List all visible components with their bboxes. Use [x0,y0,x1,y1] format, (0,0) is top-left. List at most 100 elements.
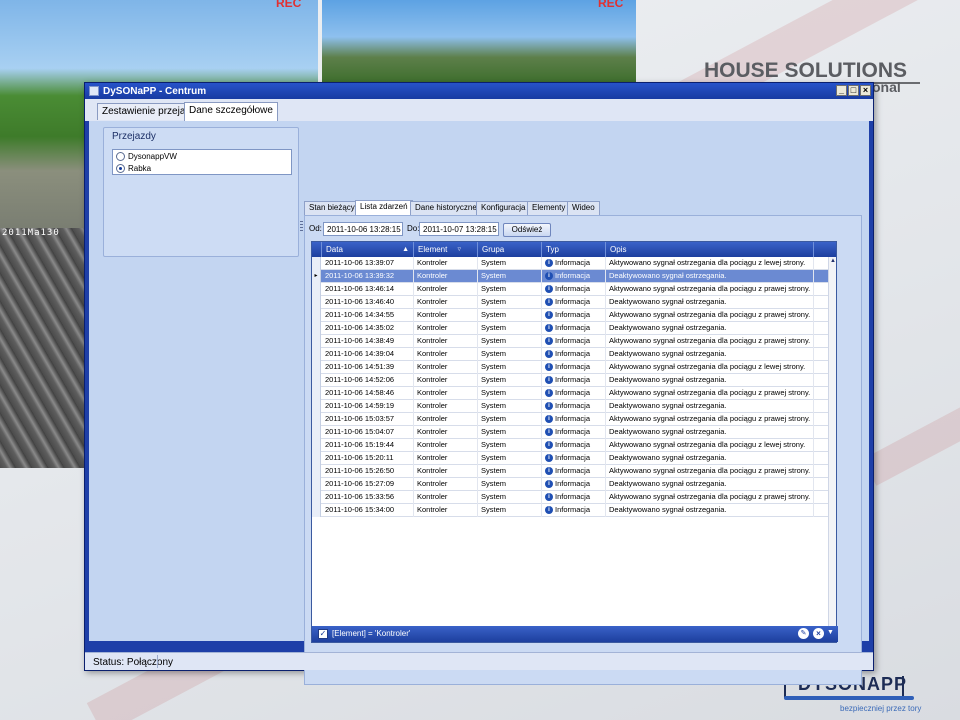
row-header[interactable] [312,400,321,413]
window-titlebar[interactable]: DySONaPP - Centrum _ □ × [85,83,873,99]
radio-button[interactable] [116,152,125,161]
row-header[interactable] [312,387,321,400]
type-label: Informacja [555,479,591,488]
column-header-opis[interactable]: Opis [606,242,814,257]
row-header[interactable] [312,309,321,322]
row-header[interactable] [312,348,321,361]
row-header[interactable] [312,283,321,296]
table-row[interactable]: 2011-10-06 15:27:09 Kontroler System i Infor… [312,478,832,491]
info-icon: i [545,298,553,307]
table-row[interactable]: 2011-10-06 15:20:11 Kontroler System i Infor… [312,452,832,465]
table-row[interactable]: 2011-10-06 14:38:49 Kontroler System i Infor… [312,335,832,348]
info-icon: i [545,259,553,268]
table-row[interactable]: 2011-10-06 14:35:02 Kontroler System i Infor… [312,322,832,335]
cell-group: System [478,504,542,517]
current-row-indicator-icon[interactable]: ▸ [312,270,321,283]
table-row[interactable]: 2011-10-06 15:34:00 Kontroler System i Infor… [312,504,832,517]
row-header[interactable] [312,335,321,348]
from-date-input[interactable]: 2011-10-06 13:28:15 [323,222,403,236]
row-header[interactable] [312,374,321,387]
table-row[interactable]: 2011-10-06 13:39:07 Kontroler System i Infor… [312,257,832,270]
cell-type: i Informacja [542,374,606,387]
type-label: Informacja [555,297,591,306]
table-row[interactable]: 2011-10-06 14:58:46 Kontroler System i Infor… [312,387,832,400]
column-header-typ[interactable]: Typ [542,242,606,257]
row-header[interactable] [312,322,321,335]
radio-button-checked[interactable] [116,164,125,173]
row-header[interactable] [312,413,321,426]
panel-splitter[interactable] [300,221,303,231]
type-label: Informacja [555,505,591,514]
cell-type: i Informacja [542,270,606,283]
row-header[interactable] [312,426,321,439]
row-header[interactable] [312,478,321,491]
cell-date: 2011-10-06 13:46:40 [322,296,414,309]
table-row[interactable]: 2011-10-06 14:59:19 Kontroler System i Infor… [312,400,832,413]
cell-description: Aktywowano sygnał ostrzegania dla pociąg… [606,491,814,504]
tab-elementy[interactable]: Elementy [527,201,571,215]
row-header[interactable] [312,491,321,504]
table-row[interactable]: 2011-10-06 15:33:56 Kontroler System i Infor… [312,491,832,504]
tab-dane-szczegolowe[interactable]: Dane szczegółowe [184,102,278,121]
table-row[interactable]: 2011-10-06 13:46:40 Kontroler System i Infor… [312,296,832,309]
to-label: Do: [407,224,420,233]
grid-body: 2011-10-06 13:39:07 Kontroler System i Infor… [312,257,832,587]
table-row[interactable]: 2011-10-06 15:26:50 Kontroler System i Infor… [312,465,832,478]
table-row[interactable]: 2011-10-06 15:19:44 Kontroler System i Infor… [312,439,832,452]
row-header[interactable] [312,465,321,478]
clear-filter-icon[interactable]: × [813,628,824,639]
close-button[interactable]: × [860,85,871,96]
table-row[interactable]: 2011-10-06 14:51:39 Kontroler System i Infor… [312,361,832,374]
cell-group: System [478,452,542,465]
maximize-button[interactable]: □ [848,85,859,96]
table-row[interactable]: 2011-10-06 14:34:55 Kontroler System i Infor… [312,309,832,322]
type-label: Informacja [555,492,591,501]
cell-description: Aktywowano sygnał ostrzegania dla pociąg… [606,361,814,374]
column-header-data[interactable]: Data ▲ [322,242,414,257]
refresh-button[interactable]: Odśwież [503,223,551,237]
tab-dane-historyczne[interactable]: Dane historyczne [410,201,482,215]
cell-group: System [478,283,542,296]
edit-filter-icon[interactable]: ✎ [798,628,809,639]
to-date-input[interactable]: 2011-10-07 13:28:15 [419,222,499,236]
rec-label: REC [276,0,302,10]
cell-type: i Informacja [542,309,606,322]
crossing-option-rabka[interactable]: Rabka [113,163,291,174]
minimize-button[interactable]: _ [836,85,847,96]
cell-description: Aktywowano sygnał ostrzegania dla pociąg… [606,439,814,452]
filter-funnel-icon[interactable]: ▿ [457,242,461,257]
vertical-scrollbar[interactable]: ▲ [828,257,836,627]
filter-enable-checkbox[interactable]: ✓ [318,629,328,639]
table-row[interactable]: 2011-10-06 14:39:04 Kontroler System i Infor… [312,348,832,361]
row-header[interactable] [312,257,321,270]
row-header[interactable] [312,452,321,465]
row-header[interactable] [312,361,321,374]
row-header[interactable] [312,296,321,309]
table-row[interactable]: 2011-10-06 15:03:57 Kontroler System i Infor… [312,413,832,426]
table-row[interactable]: 2011-10-06 13:46:14 Kontroler System i Infor… [312,283,832,296]
cell-group: System [478,426,542,439]
table-row[interactable]: ▸ 2011-10-06 13:39:32 Kontroler System i Info… [312,270,832,283]
cell-group: System [478,413,542,426]
tab-stan-biezacy[interactable]: Stan bieżący [304,201,360,215]
row-header[interactable] [312,439,321,452]
type-label: Informacja [555,284,591,293]
column-header-element[interactable]: Element ▿ [414,242,478,257]
scroll-up-arrow-icon[interactable]: ▲ [829,257,837,265]
filter-dropdown-icon[interactable]: ▼ [827,629,834,636]
type-label: Informacja [555,336,591,345]
from-label: Od: [309,224,322,233]
row-header[interactable] [312,504,321,517]
cell-element: Kontroler [414,335,478,348]
tab-konfiguracja[interactable]: Konfiguracja [476,201,531,215]
camera-feed-3: 2011Ma130 [0,228,86,468]
column-header-grupa[interactable]: Grupa [478,242,542,257]
crossing-option-dysonappvw[interactable]: DysonappVW [113,151,291,162]
table-row[interactable]: 2011-10-06 15:04:07 Kontroler System i Infor… [312,426,832,439]
cell-type: i Informacja [542,361,606,374]
tab-wideo[interactable]: Wideo [567,201,600,215]
column-header-filler [814,242,838,257]
table-row[interactable]: 2011-10-06 14:52:06 Kontroler System i Infor… [312,374,832,387]
cell-type: i Informacja [542,335,606,348]
tab-lista-zdarzen[interactable]: Lista zdarzeń [355,200,413,215]
